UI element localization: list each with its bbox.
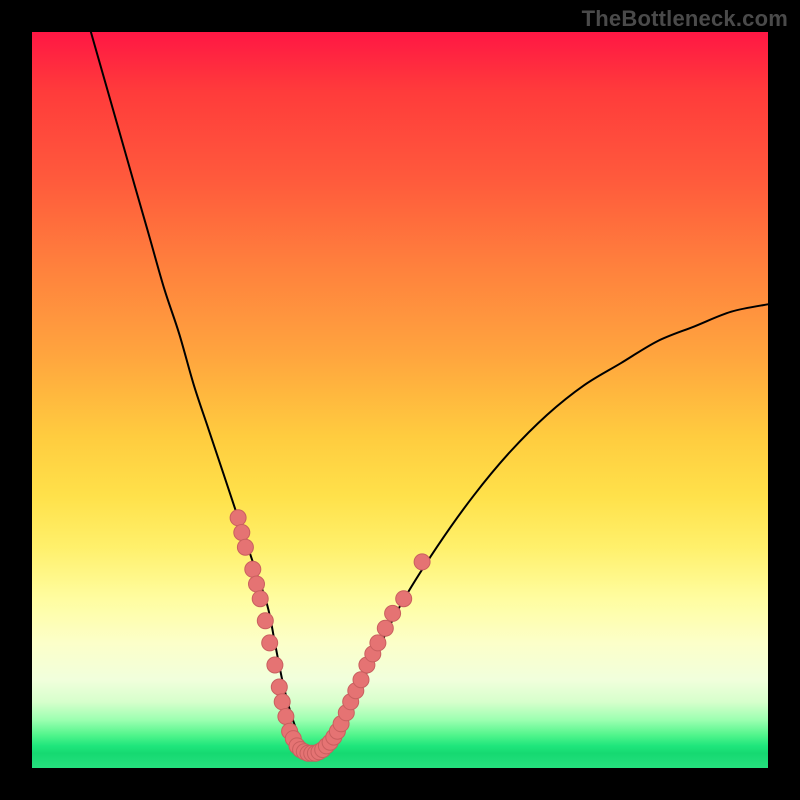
watermark-text: TheBottleneck.com — [582, 6, 788, 32]
data-point — [237, 539, 253, 555]
chart-frame: TheBottleneck.com — [0, 0, 800, 800]
data-point — [245, 561, 261, 577]
data-point — [370, 635, 386, 651]
data-point — [385, 605, 401, 621]
data-point — [353, 672, 369, 688]
data-point — [257, 613, 273, 629]
data-markers — [230, 510, 430, 762]
data-point — [274, 694, 290, 710]
bottleneck-curve — [91, 32, 768, 754]
data-point — [377, 620, 393, 636]
data-point — [230, 510, 246, 526]
data-point — [249, 576, 265, 592]
data-point — [278, 709, 294, 725]
data-point — [414, 554, 430, 570]
data-point — [271, 679, 287, 695]
chart-svg — [32, 32, 768, 768]
data-point — [234, 525, 250, 541]
data-point — [396, 591, 412, 607]
plot-area — [32, 32, 768, 768]
data-point — [252, 591, 268, 607]
data-point — [262, 635, 278, 651]
data-point — [267, 657, 283, 673]
